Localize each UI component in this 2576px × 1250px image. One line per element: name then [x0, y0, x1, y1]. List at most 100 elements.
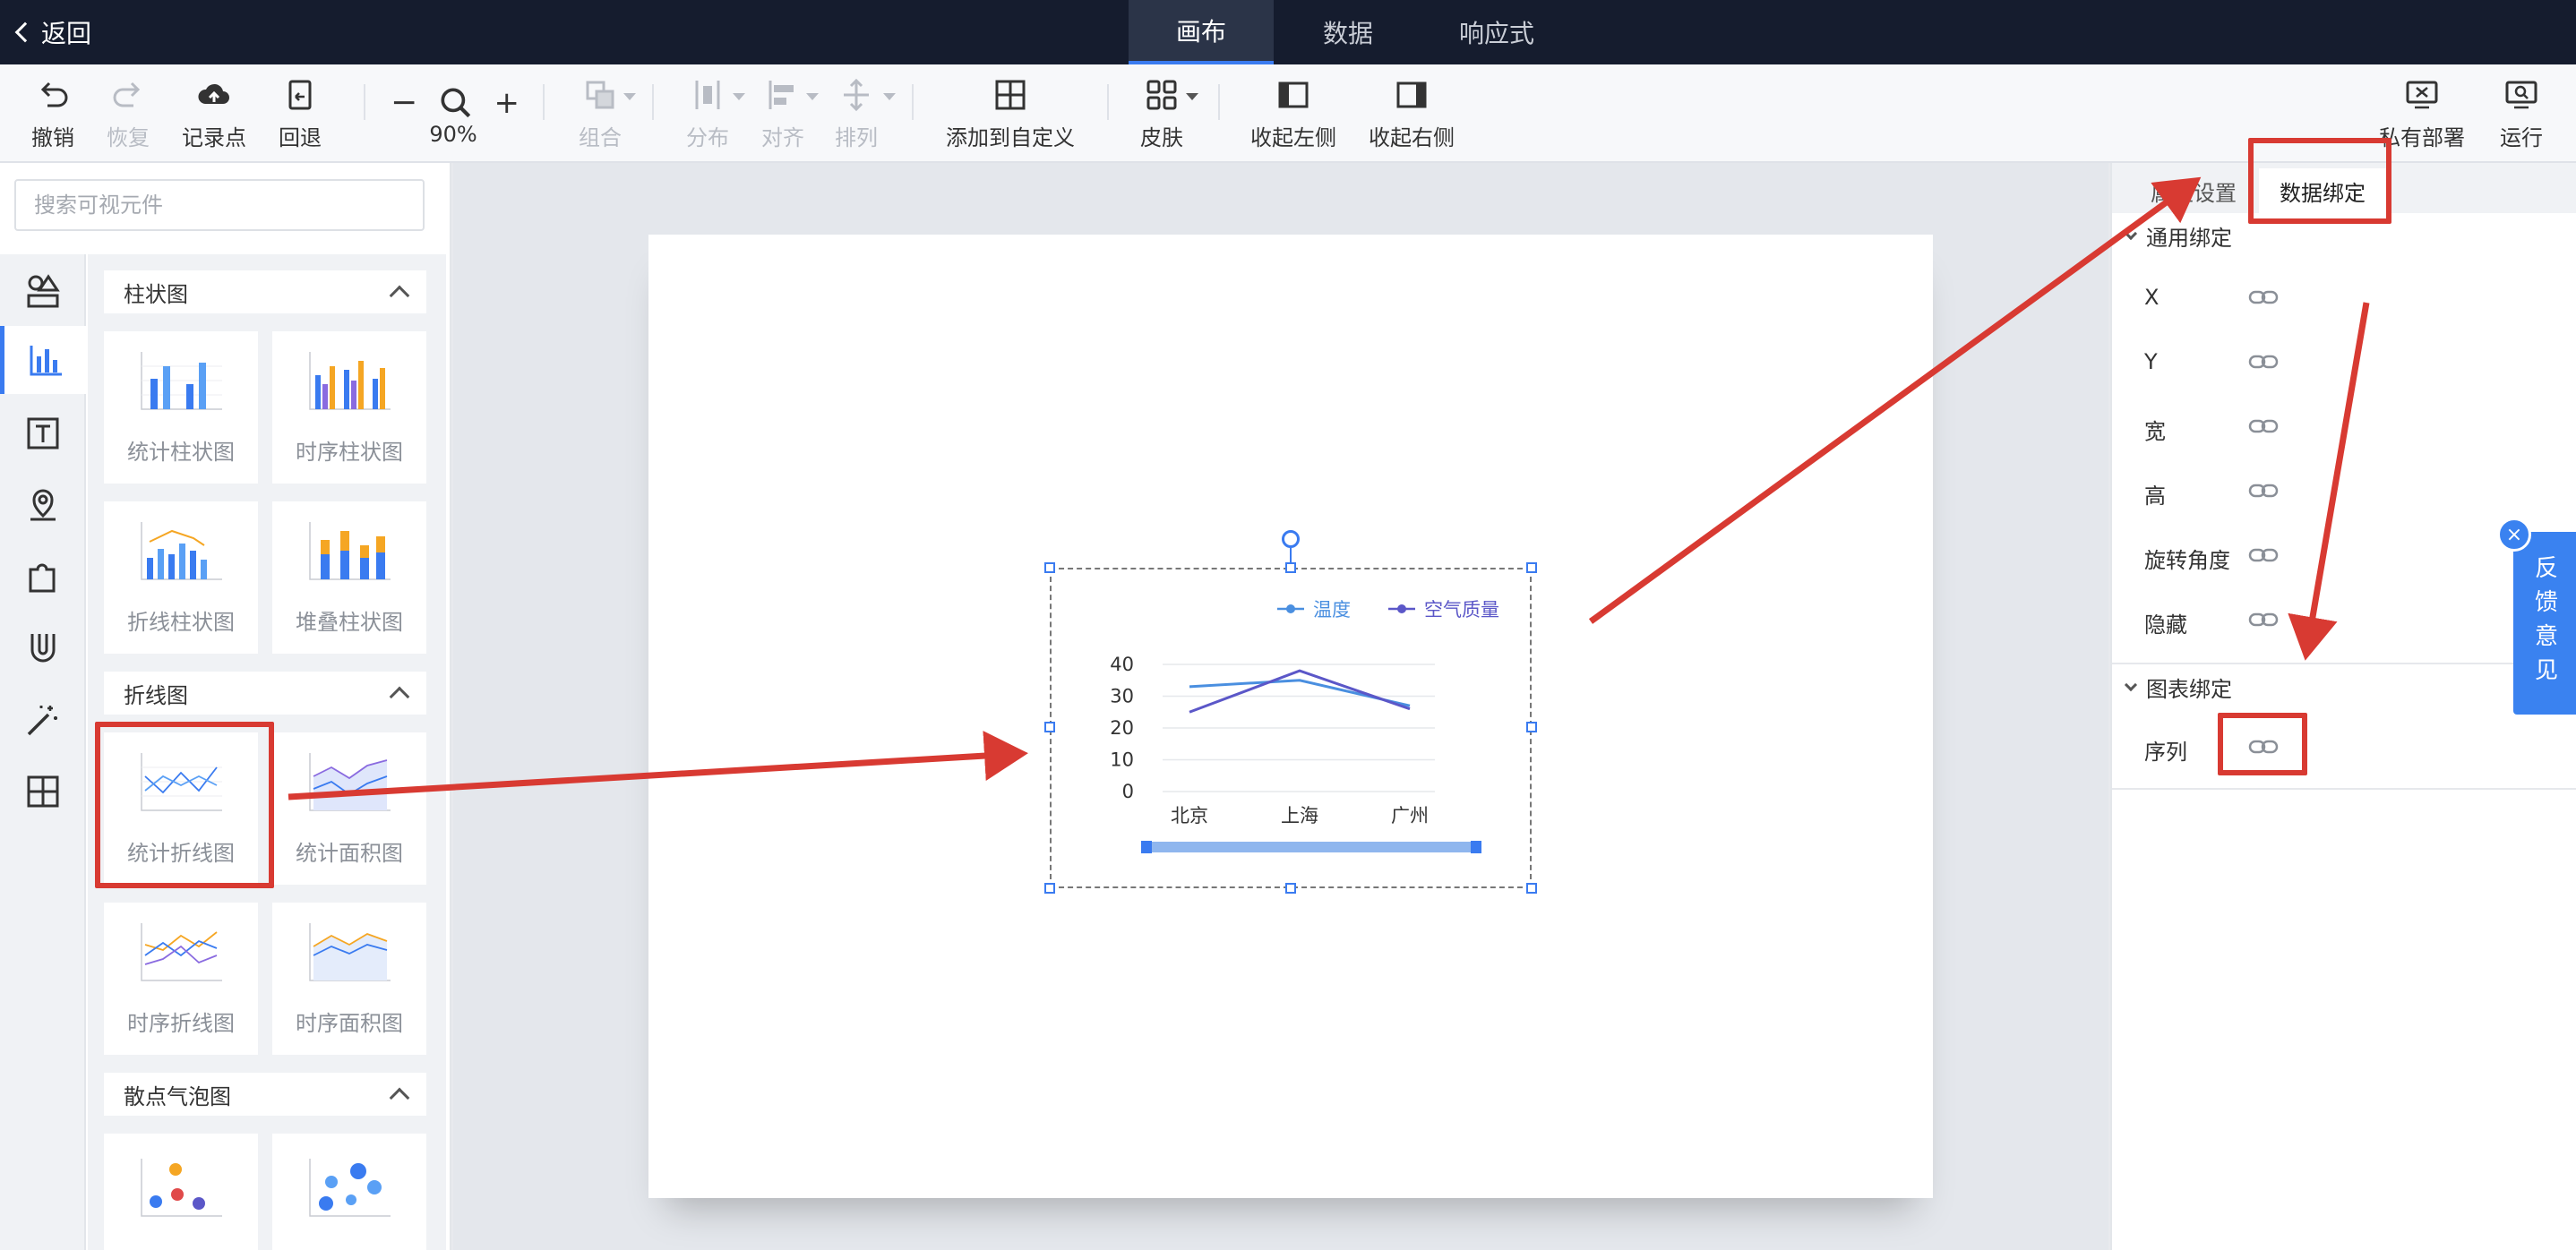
add-to-custom-button[interactable]: 添加到自定义 [937, 64, 1084, 163]
close-icon[interactable]: × [2497, 518, 2531, 552]
zoom-level: 90% [429, 122, 477, 147]
rail-custom[interactable] [0, 758, 86, 826]
resize-handle-nw[interactable] [1044, 562, 1055, 573]
group-button[interactable]: 组合 [566, 64, 634, 163]
link-icon[interactable] [2248, 353, 2279, 371]
group-icon [586, 81, 614, 108]
redo-button[interactable]: 恢复 [97, 64, 159, 163]
add-to-custom-label: 添加到自定义 [946, 124, 1075, 150]
component-bubble[interactable] [272, 1134, 426, 1250]
resize-handle-s[interactable] [1285, 883, 1296, 894]
arrange-button[interactable]: 排列 [822, 64, 890, 163]
component-stat-area[interactable]: 统计面积图 [272, 732, 426, 885]
rail-map[interactable] [0, 471, 86, 539]
preview-icon [2505, 81, 2537, 108]
chevron-down-icon [1186, 93, 1198, 100]
category-scatter-charts[interactable]: 散点气泡图 [104, 1073, 426, 1116]
chevron-down-icon [623, 93, 636, 100]
link-icon[interactable] [2248, 288, 2279, 306]
chevron-up-icon [389, 686, 410, 707]
rollback-icon [288, 80, 312, 109]
prop-label: 隐藏 [2144, 612, 2187, 638]
section-chart-binding[interactable]: 图表绑定 [2124, 672, 2232, 703]
section-general-binding[interactable]: 通用绑定 [2124, 220, 2232, 252]
component-timeseries-bar[interactable]: 时序柱状图 [272, 331, 426, 484]
link-icon[interactable] [2248, 611, 2279, 629]
component-stacked-bar[interactable]: 堆叠柱状图 [272, 501, 426, 654]
resize-handle-sw[interactable] [1044, 883, 1055, 894]
collapse-left-label: 收起左侧 [1250, 124, 1336, 150]
divider [2112, 788, 2576, 790]
undo-label: 撤销 [31, 124, 74, 150]
resize-handle-w[interactable] [1044, 722, 1055, 732]
rollback-button[interactable]: 回退 [267, 64, 333, 163]
link-icon[interactable] [2248, 417, 2279, 435]
cloud-upload-icon [198, 83, 229, 104]
record-point-label: 记录点 [182, 124, 246, 150]
align-label: 对齐 [761, 124, 804, 150]
component-timeseries-line[interactable]: 时序折线图 [104, 903, 258, 1055]
link-icon[interactable] [2248, 482, 2279, 500]
rail-plugins[interactable] [0, 543, 86, 611]
distribute-button[interactable]: 分布 [674, 64, 742, 163]
component-stat-bar[interactable]: 统计柱状图 [104, 331, 258, 484]
category-label: 柱状图 [124, 281, 188, 307]
search-input[interactable] [14, 179, 425, 231]
component-line-bar[interactable]: 折线柱状图 [104, 501, 258, 654]
resize-handle-e[interactable] [1526, 722, 1537, 732]
tab-responsive[interactable]: 响应式 [1422, 0, 1571, 64]
skin-button[interactable]: 皮肤 [1129, 64, 1195, 163]
resize-handle-ne[interactable] [1526, 562, 1537, 573]
component-timeseries-area[interactable]: 时序面积图 [272, 903, 426, 1055]
section-title: 图表绑定 [2146, 677, 2232, 702]
prop-label: X [2144, 285, 2160, 310]
rail-magic[interactable] [0, 686, 86, 754]
rail-magnet[interactable] [0, 614, 86, 682]
undo-icon [40, 81, 68, 107]
tab-canvas[interactable]: 画布 [1129, 0, 1274, 64]
stacked-bar-thumbnail-icon [309, 522, 391, 580]
back-button[interactable]: 返回 [13, 0, 91, 64]
prop-label: 高 [2144, 484, 2166, 509]
rail-shapes[interactable] [0, 258, 86, 326]
collapse-left-button[interactable]: 收起左侧 [1241, 64, 1345, 163]
rotate-handle[interactable] [1282, 530, 1300, 548]
record-point-button[interactable]: 记录点 [176, 64, 253, 163]
tab-property-settings[interactable]: 属性设置 [2128, 168, 2259, 213]
zoom-out-icon[interactable]: − [391, 87, 417, 119]
chevron-up-icon [389, 1087, 410, 1109]
redo-icon [113, 81, 141, 107]
back-label: 返回 [41, 19, 92, 48]
run-button[interactable]: 运行 [2492, 64, 2551, 163]
resize-handle-n[interactable] [1285, 562, 1296, 573]
collapse-right-button[interactable]: 收起右侧 [1360, 64, 1464, 163]
link-icon[interactable] [2248, 546, 2279, 564]
collapse-left-icon [1278, 81, 1309, 107]
tab-data[interactable]: 数据 [1274, 0, 1422, 64]
add-custom-icon [27, 775, 59, 808]
rail-text[interactable] [0, 399, 86, 467]
chevron-down-icon [2124, 227, 2138, 240]
zoom-in-icon[interactable]: + [494, 88, 519, 118]
line-chart-thumbnail-icon [141, 923, 222, 981]
zoom-icon [441, 88, 471, 118]
monitor-icon [2406, 81, 2438, 108]
category-label: 散点气泡图 [124, 1083, 231, 1109]
bar-chart-thumbnail-icon [309, 352, 391, 410]
category-bar-charts[interactable]: 柱状图 [104, 270, 426, 313]
skin-label: 皮肤 [1140, 124, 1183, 150]
bubble-thumbnail-icon [309, 1159, 391, 1217]
grid-icon [1146, 80, 1177, 109]
category-line-charts[interactable]: 折线图 [104, 672, 426, 715]
component-label: 折线柱状图 [127, 610, 235, 635]
arrange-label: 排列 [835, 124, 878, 150]
feedback-button[interactable]: 反馈意见 [2513, 532, 2576, 715]
rollback-label: 回退 [279, 124, 322, 150]
area-chart-thumbnail-icon [309, 753, 391, 811]
align-button[interactable]: 对齐 [749, 64, 817, 163]
component-scatter[interactable] [104, 1134, 258, 1250]
undo-button[interactable]: 撤销 [21, 64, 84, 163]
rail-charts[interactable] [0, 326, 86, 394]
redo-label: 恢复 [107, 124, 150, 150]
resize-handle-se[interactable] [1526, 883, 1537, 894]
